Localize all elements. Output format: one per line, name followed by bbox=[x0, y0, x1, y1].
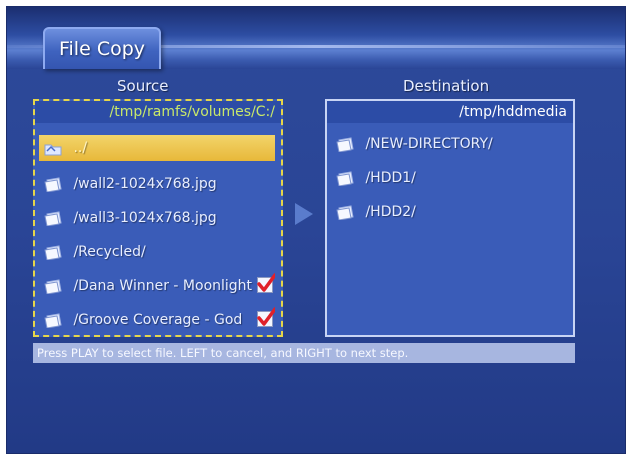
next-step-arrow-icon bbox=[295, 203, 313, 225]
destination-item-label: /HDD1/ bbox=[365, 170, 416, 186]
drive-icon bbox=[336, 204, 354, 220]
source-item-label: ../ bbox=[73, 140, 88, 156]
source-item-groove-coverage[interactable]: /Groove Coverage - God bbox=[39, 307, 275, 333]
file-icon bbox=[44, 210, 62, 226]
destination-item-new-directory[interactable]: /NEW-DIRECTORY/ bbox=[331, 131, 571, 157]
source-panel[interactable]: /tmp/ramfs/volumes/C:/ ../ /wall2-1024x7… bbox=[33, 99, 283, 337]
destination-item-hdd2[interactable]: /HDD2/ bbox=[331, 199, 571, 225]
source-item-label: /Recycled/ bbox=[73, 244, 146, 260]
source-path: /tmp/ramfs/volumes/C:/ bbox=[35, 101, 281, 123]
source-item-recycled[interactable]: /Recycled/ bbox=[39, 239, 275, 265]
source-item-label: /Dana Winner - Moonlight bbox=[73, 278, 253, 294]
source-item-wall3[interactable]: /wall3-1024x768.jpg bbox=[39, 205, 275, 231]
select-checkbox[interactable] bbox=[257, 273, 275, 293]
source-item-label: /wall2-1024x768.jpg bbox=[73, 176, 217, 192]
select-checkbox[interactable] bbox=[257, 307, 275, 327]
file-copy-screen: File Copy Source Destination /tmp/ramfs/… bbox=[6, 6, 626, 454]
folder-icon bbox=[44, 244, 62, 260]
destination-panel[interactable]: /tmp/hddmedia /NEW-DIRECTORY/ /HDD1/ /HD… bbox=[325, 99, 575, 337]
source-item-wall2[interactable]: /wall2-1024x768.jpg bbox=[39, 171, 275, 197]
folder-icon bbox=[336, 136, 354, 152]
title-tab: File Copy bbox=[43, 27, 161, 69]
destination-item-label: /HDD2/ bbox=[365, 204, 416, 220]
checkmark-icon bbox=[257, 307, 275, 326]
source-label: Source bbox=[117, 77, 169, 95]
source-item-label: /wall3-1024x768.jpg bbox=[73, 210, 217, 226]
source-item-parent[interactable]: ../ bbox=[39, 135, 275, 161]
checkmark-icon bbox=[257, 273, 275, 292]
destination-item-label: /NEW-DIRECTORY/ bbox=[365, 136, 493, 152]
file-icon bbox=[44, 176, 62, 192]
source-item-dana-winner[interactable]: /Dana Winner - Moonlight bbox=[39, 273, 275, 299]
destination-label: Destination bbox=[403, 77, 490, 95]
destination-item-hdd1[interactable]: /HDD1/ bbox=[331, 165, 571, 191]
source-item-label: /Groove Coverage - God bbox=[73, 312, 243, 328]
page-title: File Copy bbox=[58, 38, 146, 60]
destination-path: /tmp/hddmedia bbox=[327, 101, 573, 123]
file-icon bbox=[44, 312, 62, 328]
folder-up-icon bbox=[44, 144, 62, 155]
drive-icon bbox=[336, 170, 354, 186]
file-icon bbox=[44, 278, 62, 294]
help-hint-bar: Press PLAY to select file. LEFT to cance… bbox=[33, 343, 575, 363]
